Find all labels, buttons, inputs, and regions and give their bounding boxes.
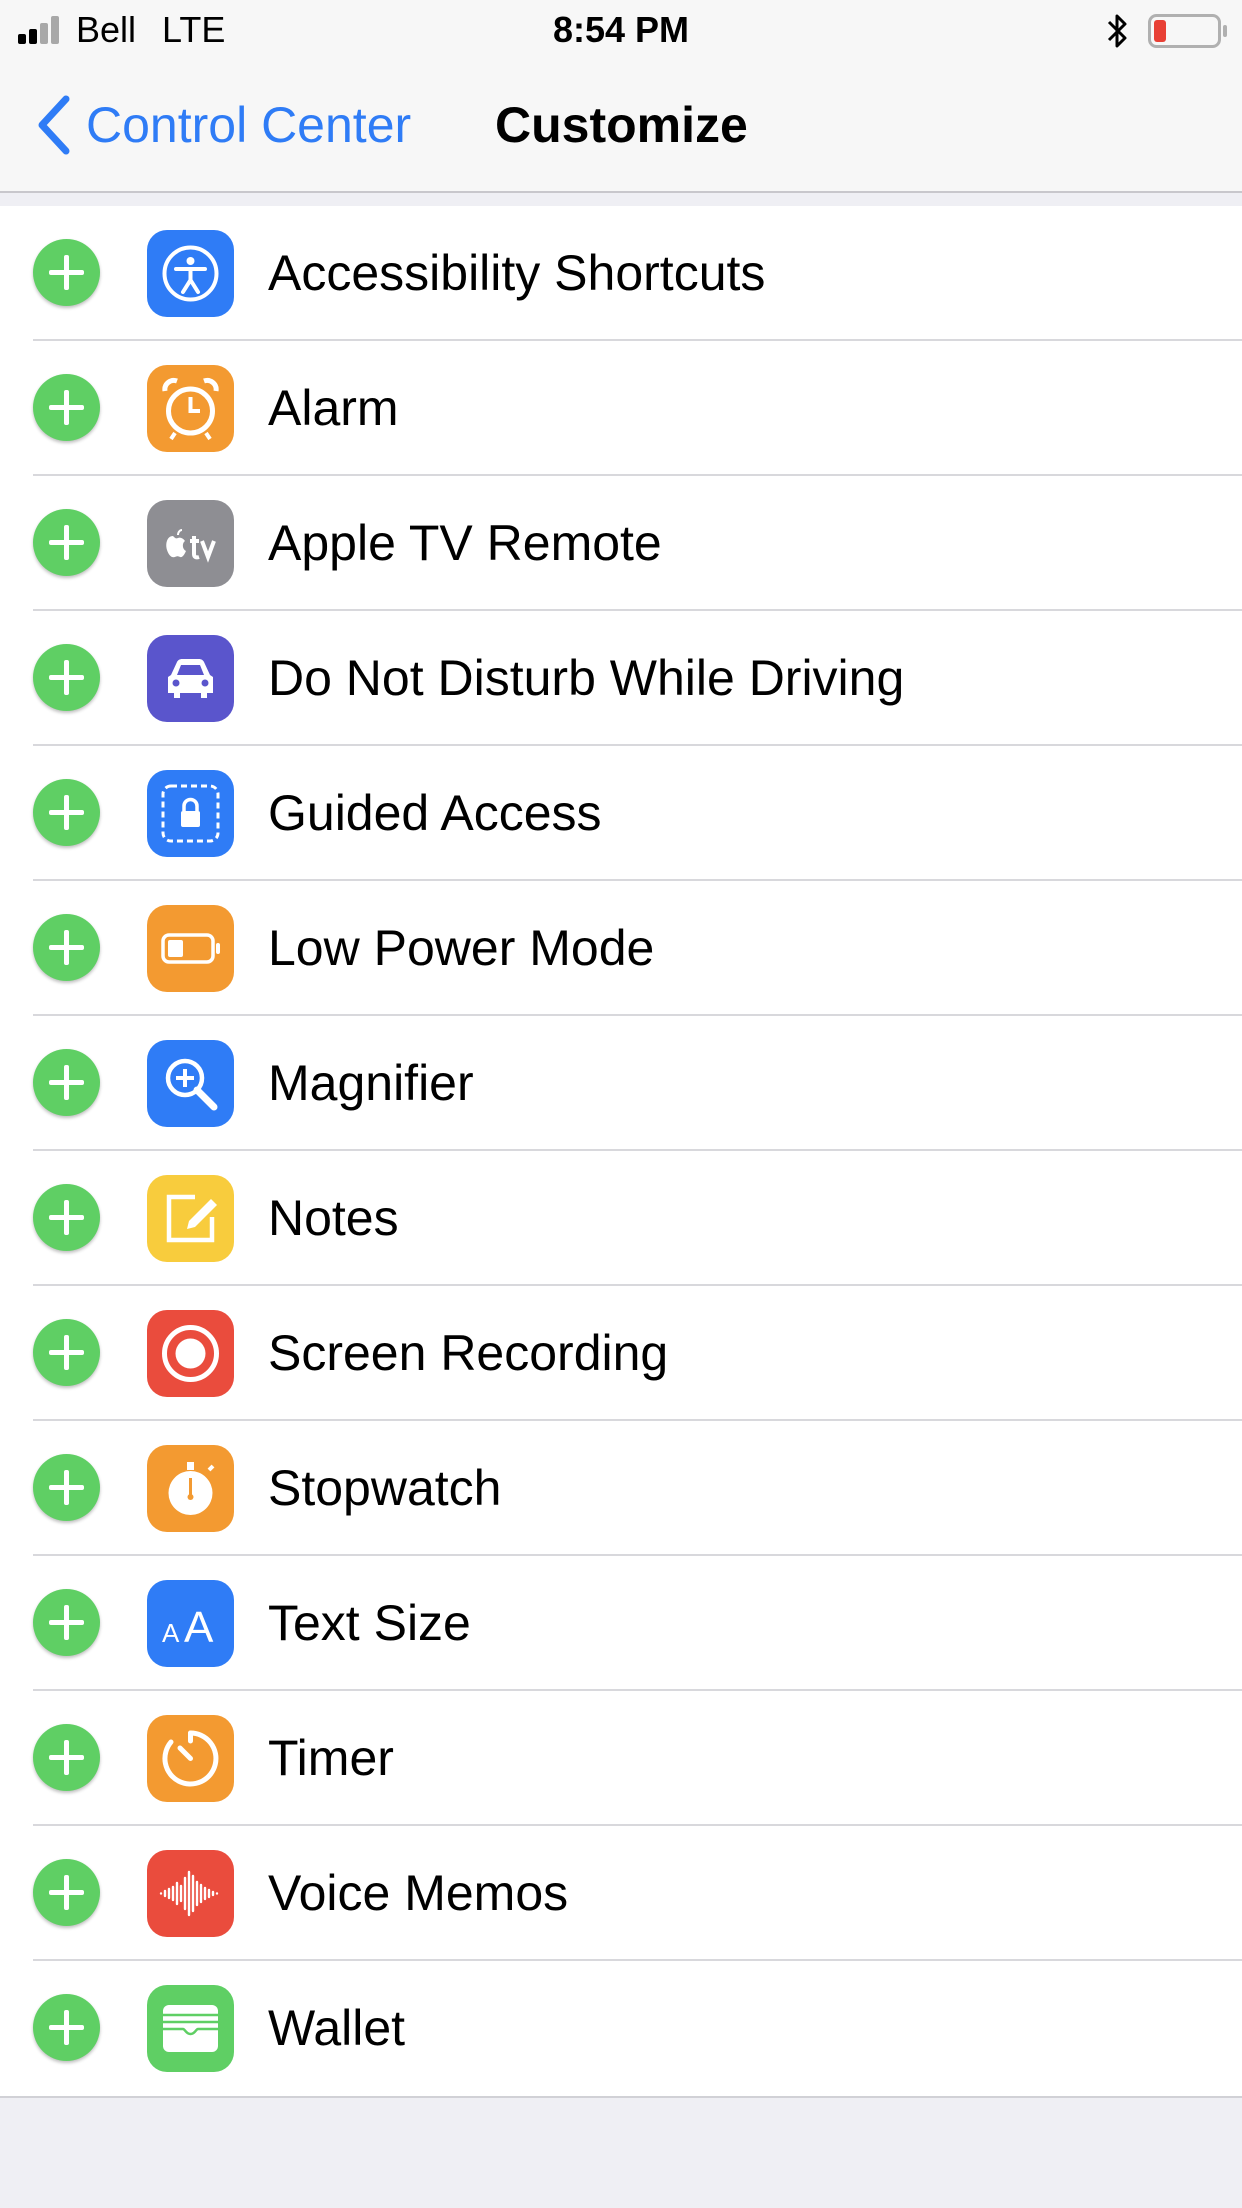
list-item: Stopwatch xyxy=(33,1421,1242,1556)
apple-tv-icon xyxy=(147,500,234,587)
add-control-button[interactable] xyxy=(33,1724,100,1791)
lock-icon xyxy=(147,770,234,857)
add-control-button[interactable] xyxy=(33,1184,100,1251)
stopwatch-icon xyxy=(147,1445,234,1532)
svg-text:A: A xyxy=(162,1618,180,1648)
notes-icon xyxy=(147,1175,234,1262)
control-label: Alarm xyxy=(268,380,399,436)
control-label: Stopwatch xyxy=(268,1460,502,1516)
control-label: Do Not Disturb While Driving xyxy=(268,650,905,706)
svg-text:A: A xyxy=(184,1603,214,1652)
wallet-icon xyxy=(147,1985,234,2072)
control-label: Low Power Mode xyxy=(268,920,655,976)
add-control-button[interactable] xyxy=(33,1319,100,1386)
add-control-button[interactable] xyxy=(33,644,100,711)
page-title: Customize xyxy=(495,97,748,153)
status-bar: Bell LTE 8:54 PM xyxy=(0,0,1242,60)
bluetooth-icon xyxy=(1107,14,1127,48)
text-size-icon: AA xyxy=(147,1580,234,1667)
navigation-bar: Control Center Customize xyxy=(0,60,1242,193)
clock: 8:54 PM xyxy=(552,9,690,50)
waveform-icon xyxy=(147,1850,234,1937)
record-icon xyxy=(147,1310,234,1397)
add-control-button[interactable] xyxy=(33,914,100,981)
battery-icon xyxy=(147,905,234,992)
list-item: Low Power Mode xyxy=(33,881,1242,1016)
list-item: Do Not Disturb While Driving xyxy=(33,611,1242,746)
back-button[interactable]: Control Center xyxy=(34,90,411,160)
list-item: Wallet xyxy=(33,1961,1242,2096)
add-control-button[interactable] xyxy=(33,509,100,576)
control-label: Apple TV Remote xyxy=(268,515,662,571)
timer-icon xyxy=(147,1715,234,1802)
more-controls-list: Accessibility Shortcuts Alarm Apple TV R… xyxy=(0,206,1242,2098)
list-item: Accessibility Shortcuts xyxy=(33,206,1242,341)
list-item: Screen Recording xyxy=(33,1286,1242,1421)
add-control-button[interactable] xyxy=(33,374,100,441)
control-label: Voice Memos xyxy=(268,1865,569,1921)
add-control-button[interactable] xyxy=(33,1454,100,1521)
battery-low-icon xyxy=(1148,14,1227,48)
car-icon xyxy=(147,635,234,722)
magnifier-icon xyxy=(147,1040,234,1127)
back-button-label: Control Center xyxy=(86,97,412,153)
add-control-button[interactable] xyxy=(33,1049,100,1116)
control-label: Wallet xyxy=(268,2000,406,2056)
alarm-clock-icon xyxy=(147,365,234,452)
list-item: Magnifier xyxy=(33,1016,1242,1151)
chevron-left-icon xyxy=(38,95,70,155)
control-label: Accessibility Shortcuts xyxy=(268,245,766,301)
control-label: Magnifier xyxy=(268,1055,474,1111)
accessibility-icon xyxy=(147,230,234,317)
list-item: Guided Access xyxy=(33,746,1242,881)
list-item: Notes xyxy=(33,1151,1242,1286)
list-item: Apple TV Remote xyxy=(33,476,1242,611)
list-item: Voice Memos xyxy=(33,1826,1242,1961)
add-control-button[interactable] xyxy=(33,1589,100,1656)
control-label: Notes xyxy=(268,1190,399,1246)
control-label: Timer xyxy=(268,1730,394,1786)
add-control-button[interactable] xyxy=(33,1994,100,2061)
control-label: Screen Recording xyxy=(268,1325,669,1381)
list-item: AA Text Size xyxy=(33,1556,1242,1691)
add-control-button[interactable] xyxy=(33,239,100,306)
control-label: Text Size xyxy=(268,1595,471,1651)
list-item: Timer xyxy=(33,1691,1242,1826)
add-control-button[interactable] xyxy=(33,779,100,846)
add-control-button[interactable] xyxy=(33,1859,100,1926)
control-label: Guided Access xyxy=(268,785,602,841)
list-item: Alarm xyxy=(33,341,1242,476)
